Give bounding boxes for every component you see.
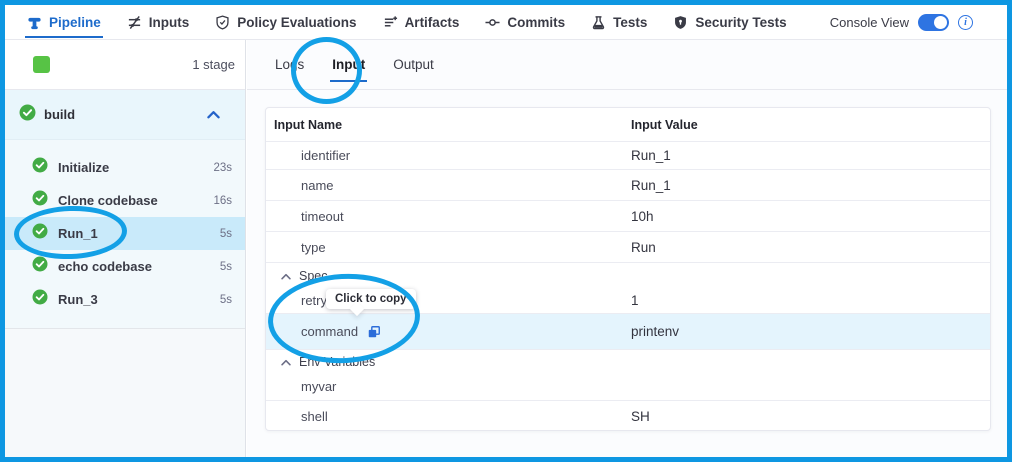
row-name: retry (301, 293, 327, 308)
nav-tab-label: Artifacts (405, 15, 460, 30)
step-name: Initialize (58, 160, 109, 175)
nav-tab-tests[interactable]: Tests (591, 15, 647, 30)
row-name: timeout (301, 209, 344, 224)
nav-tab-label: Policy Evaluations (237, 15, 356, 30)
step-name: Clone codebase (58, 193, 158, 208)
detail-tabs: Logs Input Output (247, 40, 1007, 90)
console-view-control: Console View i (830, 14, 973, 31)
step-duration: 5s (220, 294, 232, 306)
nav-tab-pipeline[interactable]: Pipeline (27, 15, 101, 30)
nav-tab-inputs[interactable]: Inputs (127, 15, 190, 30)
step-duration: 16s (213, 195, 232, 207)
nav-tab-policy-evaluations[interactable]: Policy Evaluations (215, 15, 356, 30)
tab-output[interactable]: Output (391, 42, 436, 87)
table-row-myvar: myvar (266, 372, 990, 401)
stage-build[interactable]: build (5, 90, 245, 140)
table-row-type: type Run (266, 232, 990, 263)
check-circle-icon (32, 256, 48, 277)
row-value: SH (631, 409, 990, 424)
step-name: Run_3 (58, 292, 98, 307)
table-row-name: name Run_1 (266, 170, 990, 201)
nav-tab-label: Security Tests (695, 15, 786, 30)
check-circle-icon (32, 157, 48, 178)
column-header-input-value: Input Value (631, 118, 990, 132)
chevron-up-icon (281, 355, 291, 369)
chevron-up-icon[interactable] (207, 110, 220, 119)
click-to-copy-tooltip: Click to copy (326, 289, 416, 309)
nav-tab-security-tests[interactable]: Security Tests (673, 15, 786, 30)
row-value: Run_1 (631, 148, 990, 163)
tab-logs[interactable]: Logs (273, 42, 306, 87)
group-label: Env Variables (299, 355, 375, 369)
input-table-card: Input Name Input Value identifier Run_1 … (265, 107, 991, 431)
artifacts-list-plus-icon (383, 15, 398, 30)
toggle-knob (934, 16, 947, 29)
nav-tab-label: Tests (613, 15, 647, 30)
pipeline-sidebar: 1 stage build Initialize 23s Clone codeb… (5, 40, 246, 457)
row-name: identifier (301, 148, 350, 163)
step-run-1[interactable]: Run_1 5s (5, 217, 245, 250)
step-list: Initialize 23s Clone codebase 16s Run_1 … (5, 140, 245, 329)
row-name: command (301, 324, 358, 339)
nav-tab-artifacts[interactable]: Artifacts (383, 15, 460, 30)
check-circle-icon (19, 104, 36, 126)
stage-status-square (33, 56, 50, 73)
copy-icon[interactable] (367, 325, 381, 339)
app-window: Pipeline Inputs Policy Evaluations Artif… (0, 0, 1012, 462)
nav-tab-label: Inputs (149, 15, 190, 30)
info-icon[interactable]: i (958, 15, 973, 30)
column-header-input-name: Input Name (274, 118, 631, 132)
check-circle-icon (32, 289, 48, 310)
row-name: type (301, 240, 326, 255)
group-label: Spec (299, 269, 328, 283)
check-circle-icon (32, 190, 48, 211)
row-name: shell (301, 409, 328, 424)
stage-count: 1 stage (192, 57, 235, 72)
step-echo-codebase[interactable]: echo codebase 5s (5, 250, 245, 283)
table-row-shell: shell SH (266, 401, 990, 431)
stage-summary: 1 stage (5, 40, 245, 90)
top-nav: Pipeline Inputs Policy Evaluations Artif… (5, 5, 1007, 40)
row-name: myvar (301, 379, 336, 394)
nav-tab-commits[interactable]: Commits (485, 15, 565, 30)
check-circle-icon (32, 223, 48, 244)
step-duration: 23s (213, 162, 232, 174)
policy-shield-check-icon (215, 15, 230, 30)
table-group-env-variables[interactable]: Env Variables (266, 350, 990, 372)
flask-icon (591, 15, 606, 30)
row-value: Run_1 (631, 178, 990, 193)
nav-tab-label: Pipeline (49, 15, 101, 30)
step-clone-codebase[interactable]: Clone codebase 16s (5, 184, 245, 217)
row-value: Run (631, 240, 990, 255)
tab-input[interactable]: Input (330, 42, 367, 87)
commit-icon (485, 15, 500, 30)
step-run-3[interactable]: Run_3 5s (5, 283, 245, 316)
step-name: echo codebase (58, 259, 152, 274)
nav-tab-label: Commits (507, 15, 565, 30)
console-view-toggle[interactable] (918, 14, 949, 31)
step-duration: 5s (220, 228, 232, 240)
step-duration: 5s (220, 261, 232, 273)
row-name: name (301, 178, 334, 193)
row-value: printenv (631, 324, 990, 339)
step-initialize[interactable]: Initialize 23s (5, 151, 245, 184)
step-detail-panel: Logs Input Output Input Name Input Value… (247, 40, 1007, 457)
chevron-up-icon (281, 269, 291, 283)
inputs-icon (127, 15, 142, 30)
step-name: Run_1 (58, 226, 98, 241)
pipeline-icon (27, 15, 42, 30)
table-row-command[interactable]: command printenv (266, 314, 990, 350)
table-group-spec[interactable]: Spec (266, 263, 990, 288)
table-header-row: Input Name Input Value (266, 108, 990, 142)
table-row-identifier: identifier Run_1 (266, 142, 990, 170)
row-value: 1 (631, 293, 990, 308)
security-shield-icon (673, 15, 688, 30)
table-row-timeout: timeout 10h (266, 201, 990, 232)
console-view-label: Console View (830, 15, 909, 30)
stage-name: build (44, 107, 75, 122)
row-value: 10h (631, 209, 990, 224)
